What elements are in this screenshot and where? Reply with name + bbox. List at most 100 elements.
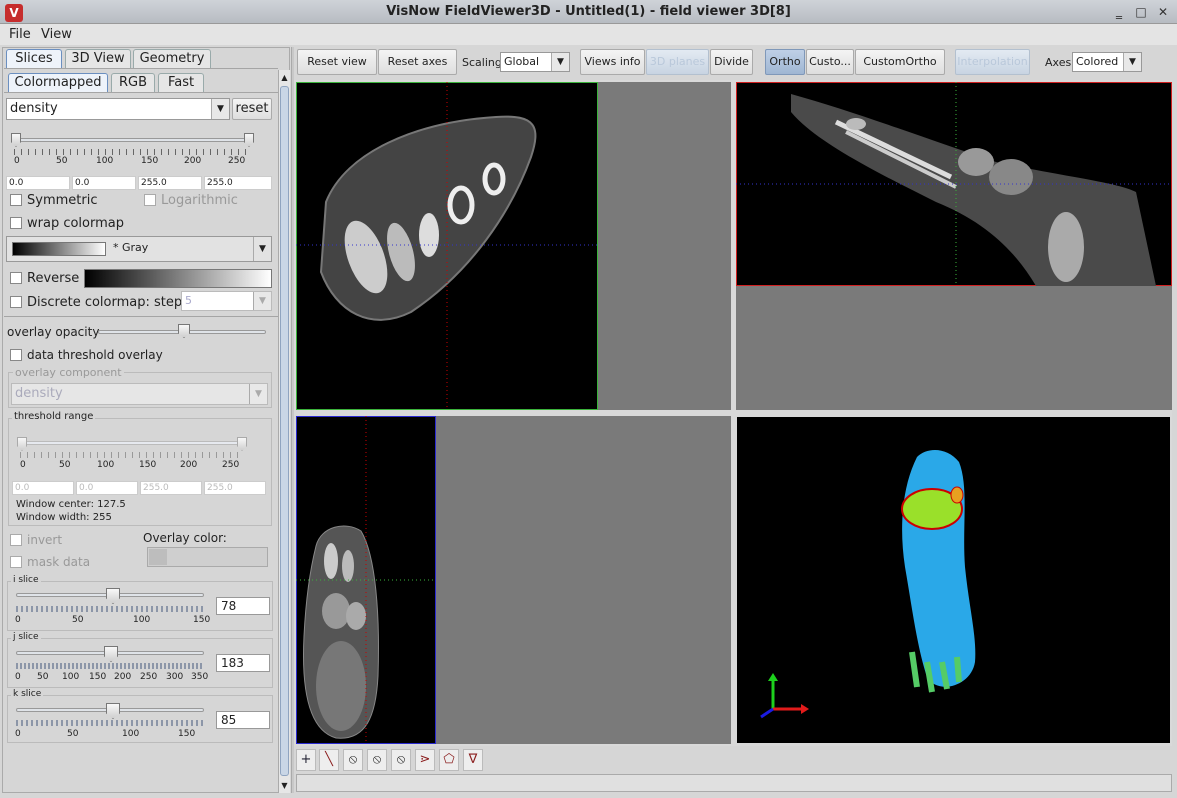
k-slice-ticks bbox=[16, 720, 204, 726]
scaling-select[interactable]: Global ▼ bbox=[500, 52, 570, 72]
reset-view-button[interactable]: Reset view bbox=[297, 49, 377, 75]
reset-axes-button[interactable]: Reset axes bbox=[378, 49, 457, 75]
views-info-button[interactable]: Views info bbox=[580, 49, 645, 75]
range-slider[interactable] bbox=[14, 138, 252, 142]
tab-rgb[interactable]: RGB bbox=[111, 73, 155, 92]
component-select[interactable]: density ▼ bbox=[6, 98, 230, 120]
tab-slices[interactable]: Slices bbox=[6, 49, 62, 68]
j-slice-tick: 0 bbox=[15, 672, 21, 682]
threshold-field[interactable]: 255.0 bbox=[140, 481, 202, 495]
j-slice-tick: 350 bbox=[191, 672, 209, 682]
line-tool-icon[interactable]: ╲ bbox=[319, 749, 339, 771]
tab-colormapped[interactable]: Colormapped bbox=[8, 73, 108, 92]
range-field[interactable]: 0.0 bbox=[6, 176, 70, 190]
menu-file[interactable]: File bbox=[9, 27, 31, 42]
i-slice-tick: 100 bbox=[133, 615, 151, 625]
threshold-field[interactable]: 0.0 bbox=[76, 481, 138, 495]
3d-planes-button[interactable]: 3D planes bbox=[646, 49, 709, 75]
logarithmic-checkbox[interactable] bbox=[144, 194, 156, 206]
axial-view[interactable] bbox=[296, 82, 598, 410]
j-slice-tick: 300 bbox=[166, 672, 184, 682]
axes-value: Colored bbox=[1076, 55, 1119, 68]
overlay-component-select[interactable]: density ▼ bbox=[11, 383, 268, 405]
coronal-view[interactable] bbox=[296, 416, 436, 744]
k-slice-input[interactable]: 85 bbox=[216, 711, 270, 729]
polygon-tool-icon[interactable]: ⬠ bbox=[439, 749, 459, 771]
tab-geometry[interactable]: Geometry bbox=[133, 49, 211, 68]
threshold-ticks bbox=[20, 452, 244, 458]
section-divider bbox=[4, 316, 278, 317]
j-slice-ticks bbox=[16, 663, 204, 669]
custom-button[interactable]: Custo... bbox=[806, 49, 854, 75]
reset-button[interactable]: reset bbox=[232, 98, 272, 120]
ortho-button[interactable]: Ortho bbox=[765, 49, 805, 75]
volume-3d-view[interactable] bbox=[737, 417, 1170, 743]
range-tick: 0 bbox=[14, 156, 20, 166]
range-field[interactable]: 255.0 bbox=[138, 176, 202, 190]
circle-tool-icon[interactable]: ⦸ bbox=[391, 749, 411, 771]
window-center-label: Window center: 127.5 bbox=[16, 499, 126, 510]
window-width-label: Window width: 255 bbox=[16, 512, 112, 523]
interpolation-button[interactable]: Interpolation bbox=[955, 49, 1030, 75]
threshold-tick: 250 bbox=[222, 460, 240, 470]
k-slice-tick: 100 bbox=[122, 729, 140, 739]
symmetric-checkbox[interactable] bbox=[10, 194, 22, 206]
threshold-slider[interactable] bbox=[20, 441, 244, 445]
range-field[interactable]: 0.0 bbox=[72, 176, 136, 190]
axes-select[interactable]: Colored ▼ bbox=[1072, 52, 1142, 72]
component-value: density bbox=[10, 101, 58, 116]
threshold-range-label: threshold range bbox=[12, 411, 96, 422]
chevron-down-icon: ▼ bbox=[253, 292, 271, 310]
discrete-step-input[interactable]: 5 ▼ bbox=[181, 291, 272, 311]
threshold-overlay-checkbox[interactable] bbox=[10, 349, 22, 361]
invert-label: invert bbox=[27, 533, 63, 547]
close-icon[interactable]: ✕ bbox=[1156, 5, 1170, 19]
mask-checkbox[interactable] bbox=[10, 556, 22, 568]
angle-tool-icon[interactable]: ∇ bbox=[463, 749, 483, 771]
scroll-up-icon[interactable]: ▲ bbox=[280, 73, 289, 83]
invert-checkbox[interactable] bbox=[10, 534, 22, 546]
chevron-down-icon: ▼ bbox=[551, 53, 569, 71]
scroll-down-icon[interactable]: ▼ bbox=[280, 781, 289, 791]
threshold-tick: 150 bbox=[139, 460, 157, 470]
divide-button[interactable]: Divide bbox=[710, 49, 753, 75]
custom-ortho-button[interactable]: CustomOrtho bbox=[855, 49, 945, 75]
wrap-checkbox[interactable] bbox=[10, 217, 22, 229]
threshold-field[interactable]: 0.0 bbox=[12, 481, 74, 495]
tab-fast[interactable]: Fast bbox=[158, 73, 204, 92]
symmetric-label: Symmetric bbox=[27, 193, 98, 208]
overlay-component-value: density bbox=[15, 386, 63, 401]
menu-view[interactable]: View bbox=[41, 27, 72, 42]
chevron-down-icon: ▼ bbox=[253, 237, 271, 261]
crosshair-icon[interactable]: + bbox=[296, 749, 316, 771]
i-slice-input[interactable]: 78 bbox=[216, 597, 270, 615]
k-slice-tick: 150 bbox=[178, 729, 196, 739]
i-slice-ticks bbox=[16, 606, 204, 612]
scaling-value: Global bbox=[504, 55, 540, 68]
wrap-label: wrap colormap bbox=[27, 216, 124, 231]
reverse-checkbox[interactable] bbox=[10, 272, 22, 284]
overlay-opacity-label: overlay opacity bbox=[7, 325, 100, 339]
circle-tool-icon[interactable]: ⦸ bbox=[367, 749, 387, 771]
tab-3d-view[interactable]: 3D View bbox=[65, 49, 131, 68]
j-slice-tick: 100 bbox=[62, 672, 80, 682]
j-slice-label: j slice bbox=[11, 632, 41, 642]
j-slice-tick: 250 bbox=[140, 672, 158, 682]
colormap-name: * Gray bbox=[113, 241, 149, 254]
status-bar bbox=[296, 774, 1172, 792]
discrete-checkbox[interactable] bbox=[10, 296, 22, 308]
maximize-icon[interactable]: □ bbox=[1134, 5, 1148, 19]
minimize-icon[interactable]: ‗ bbox=[1112, 5, 1126, 19]
circle-tool-icon[interactable]: ⦸ bbox=[343, 749, 363, 771]
polyline-tool-icon[interactable]: ⋗ bbox=[415, 749, 435, 771]
range-field[interactable]: 255.0 bbox=[204, 176, 272, 190]
j-slice-input[interactable]: 183 bbox=[216, 654, 270, 672]
threshold-field[interactable]: 255.0 bbox=[204, 481, 266, 495]
range-tick: 150 bbox=[141, 156, 159, 166]
window-title: VisNow FieldViewer3D - Untitled(1) - fie… bbox=[386, 4, 791, 19]
scroll-thumb[interactable] bbox=[280, 86, 289, 776]
sagittal-view[interactable] bbox=[736, 82, 1172, 286]
j-slice-tick: 200 bbox=[114, 672, 132, 682]
i-slice-tick: 50 bbox=[72, 615, 84, 625]
k-slice-label: k slice bbox=[11, 689, 44, 699]
